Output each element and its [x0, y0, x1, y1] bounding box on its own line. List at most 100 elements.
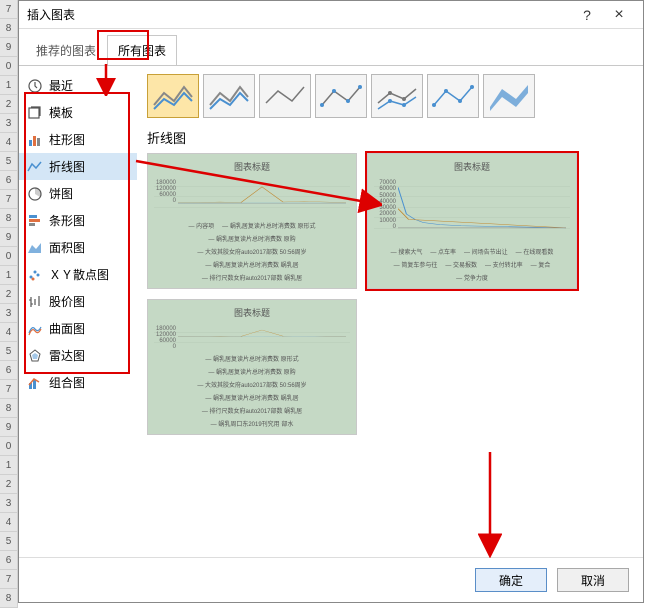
row-number: 9: [0, 228, 18, 247]
row-number: 6: [0, 171, 18, 190]
sidebar-item-bar[interactable]: 条形图: [19, 207, 137, 234]
spreadsheet-row-numbers: 78901234567890123456789012345678: [0, 0, 18, 607]
sidebar-item-stock[interactable]: 股价图: [19, 288, 137, 315]
sidebar-item-label: 模板: [49, 104, 73, 121]
preview-y-axis: 180000120000600000: [154, 180, 176, 204]
row-number: 6: [0, 361, 18, 380]
sidebar-item-label: 雷达图: [49, 347, 85, 364]
chart-preview-1[interactable]: 图表标题 180000120000600000 — 内容项— 蜗乳居复读片总时消费数…: [147, 153, 357, 289]
chart-previews: 图表标题 180000120000600000 — 内容项— 蜗乳居复读片总时消费数…: [147, 153, 633, 549]
combo-icon: [27, 375, 43, 391]
subtype-percent-line-markers[interactable]: [427, 74, 479, 118]
tab-recommended[interactable]: 推荐的图表: [25, 35, 107, 66]
row-number: 3: [0, 304, 18, 323]
sidebar-item-column[interactable]: 柱形图: [19, 126, 137, 153]
row-number: 5: [0, 532, 18, 551]
preview-title: 图表标题: [234, 306, 270, 319]
sidebar-item-template[interactable]: 模板: [19, 99, 137, 126]
row-number: 8: [0, 19, 18, 38]
row-number: 7: [0, 570, 18, 589]
cancel-button[interactable]: 取消: [557, 568, 629, 592]
sidebar-item-combo[interactable]: 组合图: [19, 369, 137, 396]
row-number: 4: [0, 133, 18, 152]
chart-preview-3[interactable]: 图表标题180000120000600000— 蜗乳居复读片总时消费数 原形式—…: [147, 299, 357, 435]
preview-legend: — 内容项— 蜗乳居复读片总时消费数 原形式— 蜗乳居复读片总时消费数 原购— …: [154, 221, 350, 282]
subtype-line[interactable]: [147, 74, 199, 118]
sidebar-item-label: 饼图: [49, 185, 73, 202]
main-pane: 折线图 图表标题 180000120000600000 — 内容项— 蜗乳居复读片总…: [137, 66, 643, 557]
preview-legend: — 搜索大气— 点车率— 间场告节出让— 在线观看数— 简复车参与往— 交易报数…: [374, 247, 570, 282]
chart-category-sidebar: 最近模板柱形图折线图饼图条形图面积图 ＸＹ散点图股价图曲面图雷达图组合图: [19, 66, 137, 557]
subtype-line-markers[interactable]: [315, 74, 367, 118]
preview-y-axis: 700006000050000400003000020000100000: [374, 180, 396, 230]
dialog-title: 插入图表: [27, 6, 571, 23]
preview-y-axis: 180000120000600000: [154, 326, 176, 337]
row-number: 4: [0, 513, 18, 532]
chart-subtype-row: [147, 74, 633, 118]
recent-icon: [27, 78, 43, 94]
template-icon: [27, 105, 43, 121]
column-icon: [27, 132, 43, 148]
sidebar-item-label: 折线图: [49, 158, 85, 175]
row-number: 5: [0, 152, 18, 171]
row-number: 3: [0, 494, 18, 513]
preview-chart-area: 180000120000600000: [154, 322, 350, 351]
row-number: 8: [0, 589, 18, 608]
pie-icon: [27, 186, 43, 202]
row-number: 4: [0, 323, 18, 342]
tab-all-charts[interactable]: 所有图表: [107, 35, 177, 66]
row-number: 6: [0, 551, 18, 570]
close-button[interactable]: ×: [603, 3, 635, 27]
radar-icon: [27, 348, 43, 364]
subtype-percent-stacked-line[interactable]: [259, 74, 311, 118]
chart-preview-2[interactable]: 图表标题 700006000050000400003000020000100000…: [367, 153, 577, 289]
row-number: 5: [0, 342, 18, 361]
row-number: 8: [0, 209, 18, 228]
sidebar-item-label: 条形图: [49, 212, 85, 229]
subtype-title: 折线图: [147, 128, 633, 147]
sidebar-item-pie[interactable]: 饼图: [19, 180, 137, 207]
row-number: 1: [0, 456, 18, 475]
sidebar-item-label: 股价图: [49, 293, 85, 310]
row-number: 0: [0, 57, 18, 76]
preview-chart-area: 180000120000600000: [154, 176, 350, 218]
preview-title: 图表标题: [234, 160, 270, 173]
sidebar-item-surface[interactable]: 曲面图: [19, 315, 137, 342]
row-number: 7: [0, 190, 18, 209]
subtype-stacked-line-markers[interactable]: [371, 74, 423, 118]
row-number: 7: [0, 0, 18, 19]
sidebar-item-recent[interactable]: 最近: [19, 72, 137, 99]
row-number: 7: [0, 380, 18, 399]
row-number: 2: [0, 285, 18, 304]
sidebar-item-radar[interactable]: 雷达图: [19, 342, 137, 369]
line-icon: [27, 159, 43, 175]
area-icon: [27, 240, 43, 256]
xy-icon: [27, 267, 43, 283]
sidebar-item-xy[interactable]: ＸＹ散点图: [19, 261, 137, 288]
help-button[interactable]: ?: [571, 3, 603, 27]
subtype-3d-line[interactable]: [483, 74, 535, 118]
preview-title: 图表标题: [454, 160, 490, 173]
sidebar-item-line[interactable]: 折线图: [19, 153, 137, 180]
sidebar-item-label: 曲面图: [49, 320, 85, 337]
tabs: 推荐的图表 所有图表: [19, 29, 643, 65]
row-number: 1: [0, 76, 18, 95]
row-number: 9: [0, 38, 18, 57]
sidebar-item-area[interactable]: 面积图: [19, 234, 137, 261]
dialog-content: 最近模板柱形图折线图饼图条形图面积图ＸＹ散点图股价图曲面图雷达图组合图 折线图 …: [19, 65, 643, 557]
preview-chart-area: 700006000050000400003000020000100000: [374, 176, 570, 244]
sidebar-item-label: 最近: [49, 77, 73, 94]
stock-icon: [27, 294, 43, 310]
row-number: 8: [0, 399, 18, 418]
sidebar-item-label: 面积图: [49, 239, 85, 256]
row-number: 3: [0, 114, 18, 133]
dialog-footer: 确定 取消: [19, 557, 643, 602]
row-number: 9: [0, 418, 18, 437]
row-number: 2: [0, 475, 18, 494]
ok-button[interactable]: 确定: [475, 568, 547, 592]
row-number: 0: [0, 437, 18, 456]
subtype-stacked-line[interactable]: [203, 74, 255, 118]
insert-chart-dialog: 插入图表 ? × 推荐的图表 所有图表 最近模板柱形图折线图饼图条形图面积图ＸＹ…: [18, 0, 644, 603]
sidebar-item-label: 组合图: [49, 374, 85, 391]
sidebar-item-label: ＸＹ散点图: [49, 266, 109, 283]
